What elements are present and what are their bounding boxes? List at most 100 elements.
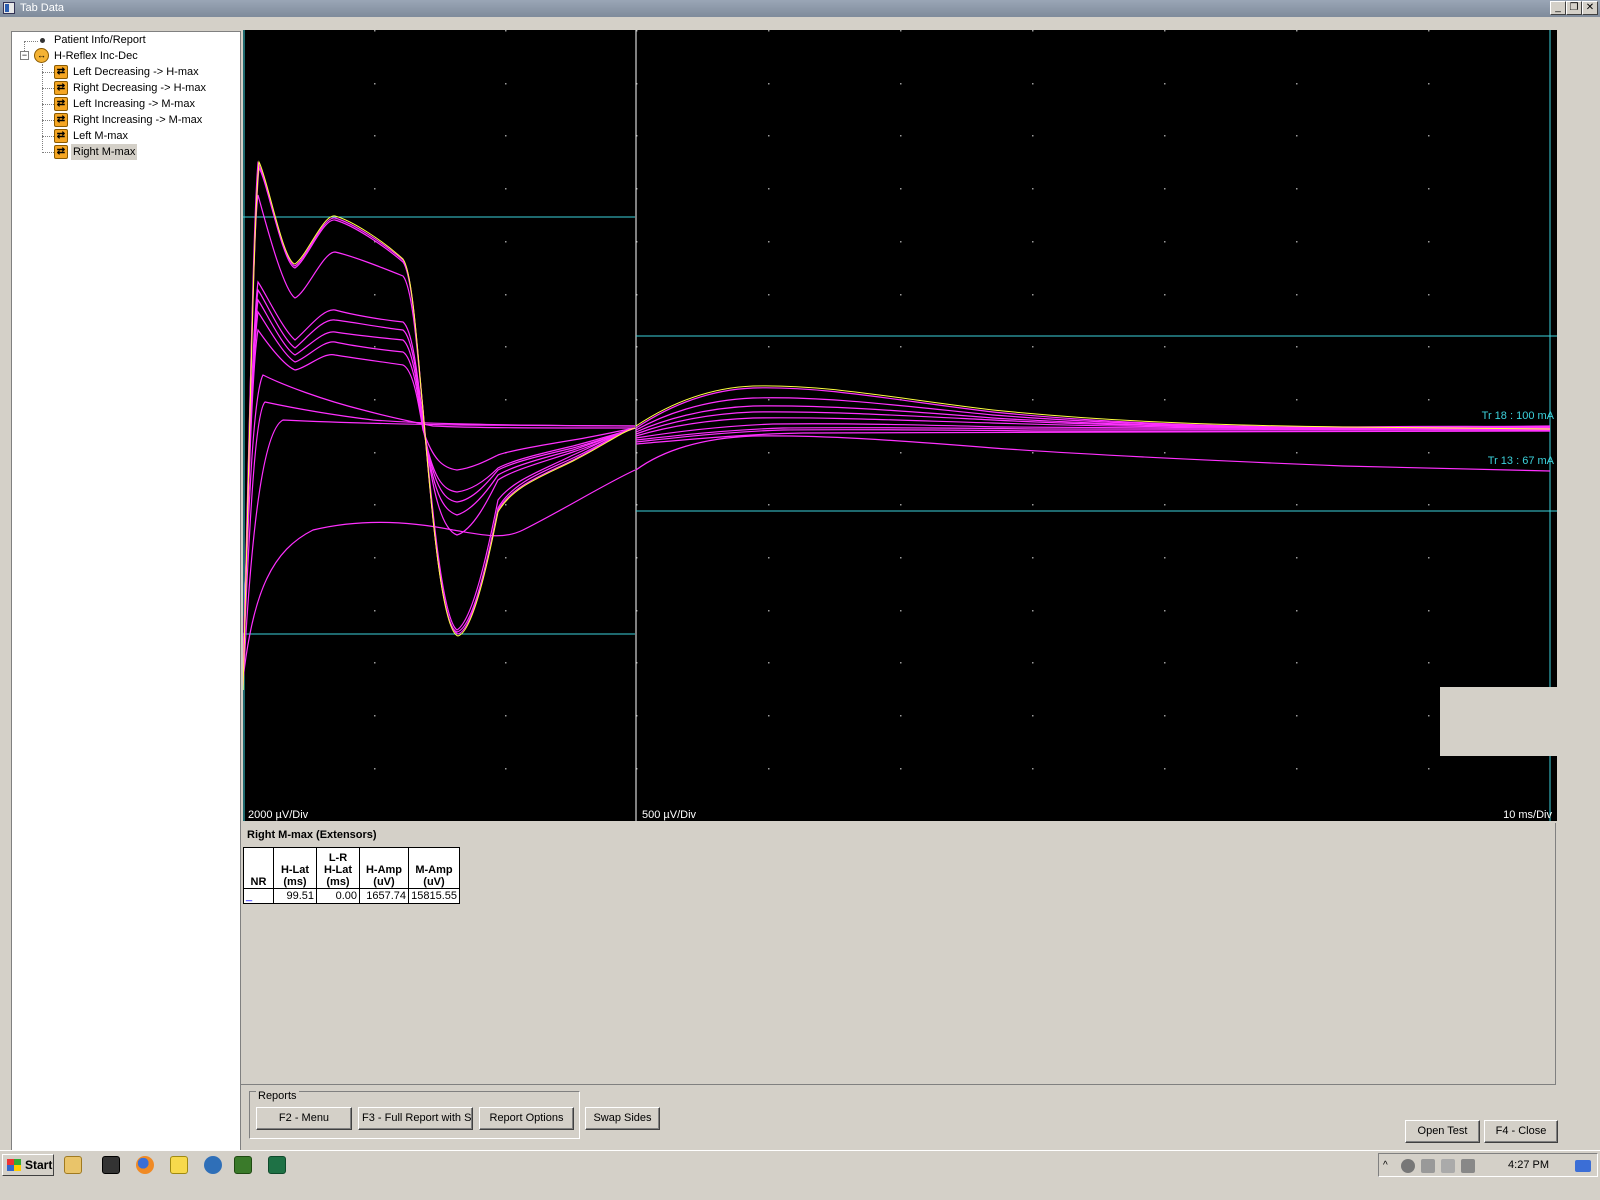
grid-dot bbox=[1032, 241, 1034, 243]
cell-h-amp: 1657.74 bbox=[359, 888, 409, 904]
time-scale: 10 ms/Div bbox=[1503, 809, 1552, 821]
grid-dot bbox=[1164, 241, 1166, 243]
sync-icon[interactable] bbox=[1401, 1159, 1415, 1173]
grid-dot bbox=[1164, 294, 1166, 296]
tree-connector bbox=[42, 72, 54, 73]
grid-dot bbox=[768, 83, 770, 85]
left-amplitude-scale: 2000 µV/Div bbox=[248, 809, 309, 821]
grid-dot bbox=[374, 768, 376, 770]
f3-full-report-button[interactable]: F3 - Full Report with S... bbox=[358, 1107, 473, 1130]
chevron-up-icon[interactable]: ^ bbox=[1383, 1159, 1397, 1173]
grid-dot bbox=[768, 662, 770, 664]
grid-dot bbox=[1428, 30, 1430, 32]
clock[interactable]: 4:27 PM bbox=[1508, 1159, 1549, 1171]
grid-dot bbox=[900, 294, 902, 296]
sigma-app-icon[interactable] bbox=[204, 1156, 222, 1174]
cell-nr[interactable]: _ bbox=[243, 888, 274, 904]
grid-dot bbox=[768, 768, 770, 770]
tree-item-right-m-max[interactable]: Right M-max bbox=[71, 144, 138, 160]
restore-button[interactable]: ❐ bbox=[1566, 1, 1582, 15]
grid-dot bbox=[900, 241, 902, 243]
folder-icon[interactable] bbox=[64, 1156, 82, 1174]
minimize-button[interactable]: _ bbox=[1550, 1, 1566, 15]
tree-item-right-decreasing[interactable]: Right Decreasing -> H-max bbox=[73, 80, 206, 96]
grid-dot bbox=[1032, 294, 1034, 296]
grid-dot bbox=[768, 557, 770, 559]
tree-item-patient-info[interactable]: Patient Info/Report bbox=[54, 32, 146, 48]
cell-lr-h-lat: 0.00 bbox=[316, 888, 360, 904]
excel-icon[interactable] bbox=[268, 1156, 286, 1174]
network-error-icon[interactable] bbox=[1421, 1159, 1435, 1173]
grid-dot bbox=[1428, 610, 1430, 612]
waveform-node-icon: ⇄ bbox=[54, 113, 68, 127]
notes-icon[interactable] bbox=[170, 1156, 188, 1174]
trace-left-12 bbox=[243, 469, 636, 681]
grid-dot bbox=[900, 135, 902, 137]
column-header-m-amp: M-Amp (uV) bbox=[408, 847, 460, 889]
table-row[interactable]: _ 99.51 0.00 1657.74 15815.55 bbox=[243, 888, 460, 904]
grid-dot bbox=[1164, 715, 1166, 717]
grid-dot bbox=[1032, 504, 1034, 506]
tree-item-left-decreasing[interactable]: Left Decreasing -> H-max bbox=[73, 64, 199, 80]
grid-dot bbox=[900, 346, 902, 348]
grid-dot bbox=[1428, 188, 1430, 190]
tree-item-left-increasing[interactable]: Left Increasing -> M-max bbox=[73, 96, 195, 112]
grid-dot bbox=[1164, 504, 1166, 506]
grid-dot bbox=[1428, 346, 1430, 348]
grid-dot bbox=[1296, 662, 1298, 664]
grid-dot bbox=[374, 715, 376, 717]
grid-dot bbox=[900, 768, 902, 770]
grid-dot bbox=[505, 30, 507, 32]
trace-left-8 bbox=[243, 328, 636, 671]
grid-dots bbox=[374, 30, 1430, 770]
taskbar: Start ^ 4:27 PM bbox=[0, 1150, 1600, 1180]
open-test-button[interactable]: Open Test bbox=[1405, 1120, 1480, 1143]
tree-item-left-m-max[interactable]: Left M-max bbox=[73, 128, 128, 144]
grid-dot bbox=[1296, 610, 1298, 612]
grid-dot bbox=[1296, 715, 1298, 717]
grid-dot bbox=[768, 399, 770, 401]
test-tree: Patient Info/Report − ↔ H-Reflex Inc-Dec… bbox=[11, 31, 241, 1167]
volume-muted-icon[interactable] bbox=[1461, 1159, 1475, 1173]
f4-close-button[interactable]: F4 - Close bbox=[1484, 1120, 1558, 1143]
report-options-button[interactable]: Report Options bbox=[479, 1107, 574, 1130]
waveform-node-icon: ⇄ bbox=[54, 97, 68, 111]
test-group-icon: ↔ bbox=[34, 48, 49, 63]
tree-app-icon[interactable] bbox=[234, 1156, 252, 1174]
grid-dot bbox=[1164, 662, 1166, 664]
cell-h-lat: 99.51 bbox=[273, 888, 317, 904]
collapse-icon[interactable]: − bbox=[20, 51, 29, 60]
grid-dot bbox=[505, 715, 507, 717]
grid-dot bbox=[1164, 188, 1166, 190]
grid-dot bbox=[505, 399, 507, 401]
grid-dot bbox=[1428, 504, 1430, 506]
close-window-button[interactable]: ✕ bbox=[1582, 1, 1598, 15]
waveform-node-icon: ⇄ bbox=[54, 129, 68, 143]
start-button[interactable]: Start bbox=[2, 1154, 54, 1176]
f2-menu-button[interactable]: F2 - Menu bbox=[256, 1107, 352, 1130]
left-trace-group bbox=[243, 161, 636, 686]
grid-dot bbox=[1428, 83, 1430, 85]
column-header-h-lat: H-Lat (ms) bbox=[273, 847, 317, 889]
trace-label-18: Tr 18 : 100 mA bbox=[1481, 410, 1554, 422]
firefox-icon[interactable] bbox=[136, 1156, 154, 1174]
grid-dot bbox=[768, 504, 770, 506]
windows-logo-icon bbox=[7, 1159, 21, 1171]
monitor-icon[interactable] bbox=[1441, 1159, 1455, 1173]
grid-dot bbox=[900, 504, 902, 506]
grid-dot bbox=[1296, 504, 1298, 506]
grid-dot bbox=[374, 557, 376, 559]
column-header-h-amp: H-Amp (uV) bbox=[359, 847, 409, 889]
tree-item-right-increasing[interactable]: Right Increasing -> M-max bbox=[73, 112, 202, 128]
grid-dot bbox=[768, 241, 770, 243]
trace-right-9 bbox=[635, 430, 1551, 445]
sublime-text-icon[interactable] bbox=[102, 1156, 120, 1174]
swap-sides-button[interactable]: Swap Sides bbox=[585, 1107, 660, 1130]
trace-left-3 bbox=[243, 194, 636, 679]
grid-dot bbox=[900, 662, 902, 664]
show-desktop-icon[interactable] bbox=[1575, 1160, 1591, 1172]
tree-item-h-reflex[interactable]: H-Reflex Inc-Dec bbox=[54, 48, 138, 64]
tree-connector bbox=[42, 64, 43, 150]
grid-dot bbox=[900, 557, 902, 559]
waveform-display[interactable]: 2000 µV/Div 500 µV/Div 10 ms/Div Tr 18 :… bbox=[243, 30, 1558, 821]
